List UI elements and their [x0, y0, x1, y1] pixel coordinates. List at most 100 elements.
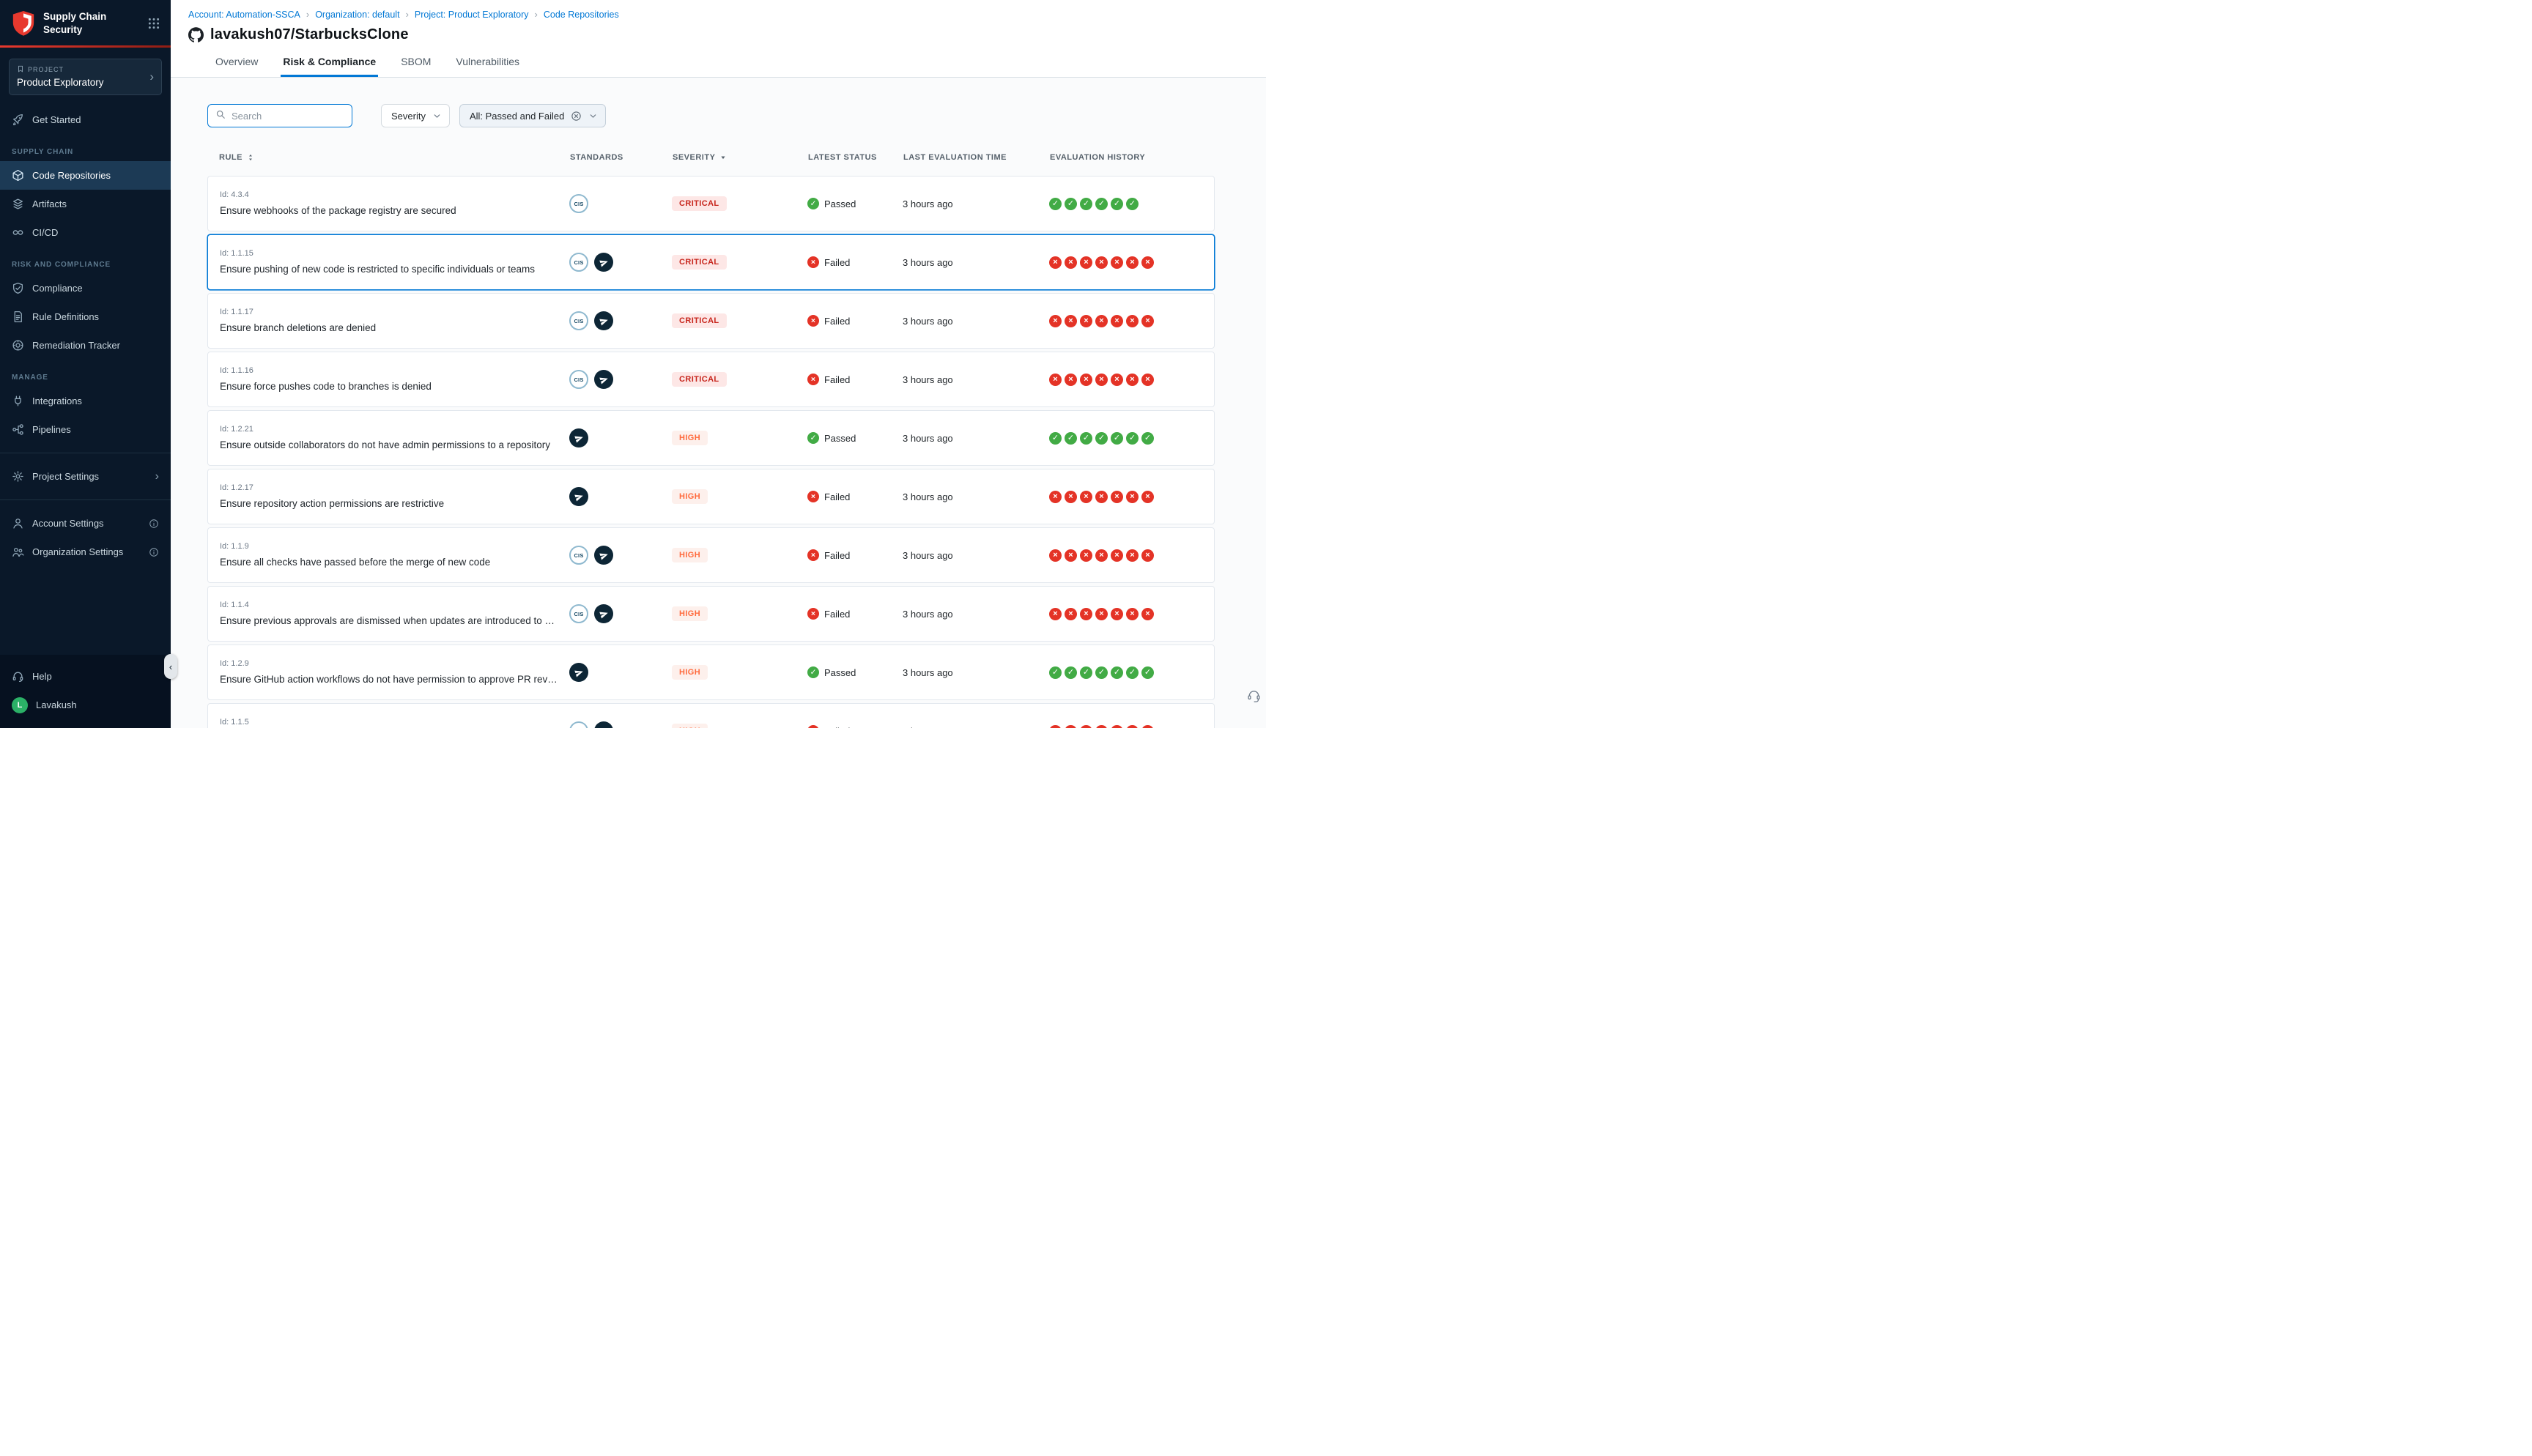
status-failed-icon: × — [807, 608, 819, 620]
sidebar-item-artifacts[interactable]: Artifacts — [0, 190, 171, 218]
rule-id: Id: 4.3.4 — [220, 190, 569, 199]
rule-cell: Id: 1.1.4Ensure previous approvals are d… — [208, 601, 569, 627]
search-icon — [215, 109, 226, 123]
sidebar-item-ci-cd[interactable]: CI/CD — [0, 218, 171, 247]
breadcrumb-link-organization[interactable]: Organization: default — [315, 10, 399, 20]
sidebar-item-pipelines[interactable]: Pipelines — [0, 415, 171, 444]
status-label: Failed — [824, 374, 850, 385]
history-fail-icon: × — [1080, 725, 1092, 729]
breadcrumb-link-project[interactable]: Project: Product Exploratory — [415, 10, 529, 20]
breadcrumb: Account: Automation-SSCA›Organization: d… — [188, 9, 1248, 20]
tab-vulnerabilities[interactable]: Vulnerabilities — [454, 51, 522, 77]
evaluation-time: 3 hours ago — [903, 726, 1049, 729]
sidebar-item-label: Rule Definitions — [32, 311, 99, 322]
help-button[interactable]: Help — [0, 662, 171, 691]
standards-cell: CIS — [569, 194, 672, 213]
table-row[interactable]: Id: 1.1.4Ensure previous approvals are d… — [207, 586, 1215, 642]
evaluation-time: 3 hours ago — [903, 433, 1049, 444]
sidebar-item-project-settings[interactable]: Project Settings› — [0, 462, 171, 491]
rule-id: Id: 1.1.15 — [220, 249, 569, 258]
history-fail-icon: × — [1126, 549, 1139, 562]
column-header-severity[interactable]: SEVERITY — [673, 153, 808, 162]
clear-filter-icon[interactable] — [571, 111, 582, 122]
history-pass-icon: ✓ — [1111, 198, 1123, 210]
breadcrumb-link-code-repositories[interactable]: Code Repositories — [544, 10, 619, 20]
support-chat-icon[interactable] — [1246, 688, 1262, 707]
status-failed-icon: × — [807, 549, 819, 561]
avatar: L — [12, 697, 28, 713]
sort-desc-icon[interactable] — [719, 153, 728, 162]
project-icon — [17, 65, 24, 74]
sidebar-item-code-repositories[interactable]: Code Repositories — [0, 161, 171, 190]
table-row[interactable]: Id: 1.1.15Ensure pushing of new code is … — [207, 234, 1215, 290]
evaluation-history: ××××××× — [1049, 256, 1214, 269]
column-header-rule[interactable]: RULE — [207, 153, 570, 162]
table-row[interactable]: Id: 1.1.17Ensure branch deletions are de… — [207, 293, 1215, 349]
sidebar-item-remediation-tracker[interactable]: Remediation Tracker — [0, 331, 171, 360]
table-row[interactable]: Id: 1.2.21Ensure outside collaborators d… — [207, 410, 1215, 466]
rule-id: Id: 1.1.17 — [220, 308, 569, 316]
standards-cell: CIS — [569, 253, 672, 272]
standards-cell: CIS — [569, 546, 672, 565]
sort-icon[interactable] — [246, 153, 255, 162]
filter-bar: Severity All: Passed and Failed — [207, 104, 1215, 127]
status-filter-dropdown[interactable]: All: Passed and Failed — [459, 104, 606, 127]
sidebar-item-organization-settings[interactable]: Organization Settings — [0, 538, 171, 566]
history-fail-icon: × — [1111, 315, 1123, 327]
severity-filter-dropdown[interactable]: Severity — [381, 104, 450, 127]
app-title: Supply Chain Security — [43, 10, 106, 36]
table-row[interactable]: Id: 1.1.9Ensure all checks have passed b… — [207, 527, 1215, 583]
status-label: Failed — [824, 550, 850, 561]
status-cell: ×Failed — [807, 315, 903, 327]
evaluation-history: ××××××× — [1049, 608, 1214, 620]
severity-cell: HIGH — [672, 606, 807, 621]
history-fail-icon: × — [1126, 256, 1139, 269]
severity-badge: CRITICAL — [672, 313, 727, 328]
sidebar-item-label: Pipelines — [32, 424, 71, 435]
column-label: LAST EVALUATION TIME — [903, 153, 1007, 162]
sidebar-item-account-settings[interactable]: Account Settings — [0, 509, 171, 538]
status-cell: ×Failed — [807, 608, 903, 620]
cis-standard-icon: CIS — [569, 721, 588, 728]
gear-icon — [12, 470, 24, 483]
sidebar-item-compliance[interactable]: Compliance — [0, 274, 171, 302]
project-selector[interactable]: PROJECT Product Exploratory › — [9, 59, 162, 95]
apps-grid-icon[interactable] — [147, 17, 160, 30]
history-pass-icon: ✓ — [1126, 198, 1139, 210]
tab-risk-compliance[interactable]: Risk & Compliance — [281, 51, 378, 77]
sidebar-item-rule-definitions[interactable]: Rule Definitions — [0, 302, 171, 331]
history-fail-icon: × — [1080, 315, 1092, 327]
search-input[interactable] — [232, 111, 344, 122]
table-row[interactable]: Id: 4.3.4Ensure webhooks of the package … — [207, 176, 1215, 231]
history-fail-icon: × — [1049, 491, 1062, 503]
user-menu[interactable]: L Lavakush — [0, 691, 171, 719]
history-fail-icon: × — [1065, 315, 1077, 327]
sidebar-footer: Help L Lavakush — [0, 655, 171, 728]
org-icon — [12, 546, 24, 558]
status-passed-icon: ✓ — [807, 432, 819, 444]
cis-standard-icon: CIS — [569, 370, 588, 389]
table-row[interactable]: Id: 1.2.17Ensure repository action permi… — [207, 469, 1215, 524]
history-fail-icon: × — [1065, 256, 1077, 269]
breadcrumb-link-account[interactable]: Account: Automation-SSCA — [188, 10, 300, 20]
page-header: Account: Automation-SSCA›Organization: d… — [171, 0, 1266, 78]
status-cell: ✓Passed — [807, 198, 903, 209]
history-fail-icon: × — [1095, 374, 1108, 386]
evaluation-time: 3 hours ago — [903, 198, 1049, 209]
sidebar-item-label: Get Started — [32, 114, 81, 125]
table-row[interactable]: Id: 1.1.5CISHIGH×Failed3 hours ago××××××… — [207, 703, 1215, 728]
sidebar-item-integrations[interactable]: Integrations — [0, 387, 171, 415]
scorecard-standard-icon — [569, 487, 588, 506]
table-row[interactable]: Id: 1.2.9Ensure GitHub action workflows … — [207, 645, 1215, 700]
table-row[interactable]: Id: 1.1.16Ensure force pushes code to br… — [207, 352, 1215, 407]
tab-sbom[interactable]: SBOM — [399, 51, 433, 77]
history-fail-icon: × — [1095, 491, 1108, 503]
sidebar-item-get-started[interactable]: Get Started — [0, 105, 171, 134]
standards-cell: CIS — [569, 721, 672, 728]
sidebar-collapse-handle[interactable]: ‹ — [164, 654, 177, 679]
evaluation-time: 3 hours ago — [903, 667, 1049, 678]
sidebar-header: Supply Chain Security — [0, 0, 171, 45]
history-pass-icon: ✓ — [1080, 432, 1092, 445]
tab-overview[interactable]: Overview — [213, 51, 260, 77]
shield-check-icon — [12, 282, 24, 294]
